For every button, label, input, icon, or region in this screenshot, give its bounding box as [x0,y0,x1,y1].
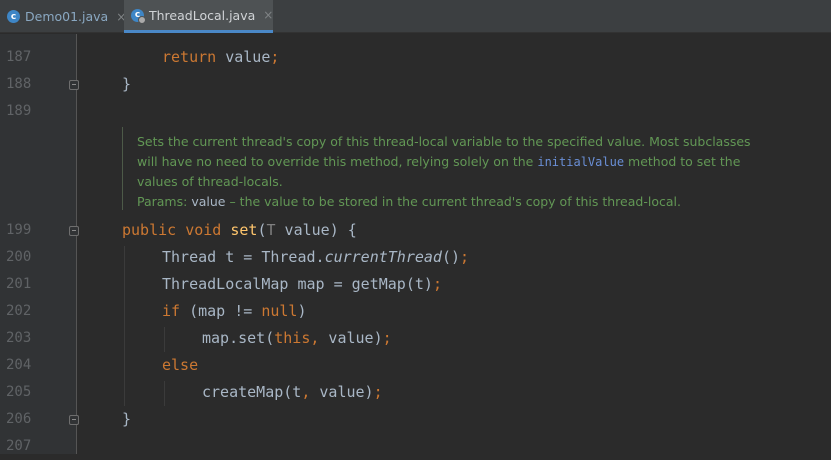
line-number: 205 [6,384,32,400]
tab-demo01-java[interactable]: c Demo01.java × [0,0,126,33]
line-number: 189 [6,103,32,119]
code-line-199: public void set(T value) { [122,221,357,239]
code-line-205: createMap(t, value); [202,383,383,401]
indent-guide [164,327,165,352]
rendered-javadoc: Sets the current thread's copy of this t… [122,127,812,210]
code-line-201: ThreadLocalMap map = getMap(t); [162,275,442,293]
line-number: 200 [6,249,32,265]
doc-params: Params: value – the value to be stored i… [137,194,681,209]
code-line-202: if (map != null) [162,302,307,320]
java-class-locked-icon: c [131,8,146,24]
doc-code-reference[interactable]: initialValue [537,155,624,169]
close-icon[interactable]: × [263,8,273,22]
line-number: 204 [6,357,32,373]
line-number: 199 [6,222,32,238]
line-number: 187 [6,49,32,65]
code-line-204: else [162,356,199,374]
code-line-200: Thread t = Thread.currentThread(); [162,248,470,266]
line-number: 206 [6,411,32,427]
indent-guide [164,381,165,406]
line-number: 202 [6,303,32,319]
tab-label: Demo01.java [25,9,109,24]
line-number: 203 [6,330,32,346]
code-line-188: } [122,75,132,93]
indent-guide [124,246,125,406]
doc-description: Sets the current thread's copy of this t… [137,134,751,189]
java-class-icon: c [7,10,20,23]
code-line-203: map.set(this, value); [202,329,392,347]
editor-tab-bar: c Demo01.java × c ThreadLocal.java × [0,0,831,33]
gutter-separator [76,34,77,454]
tab-threadlocal-java[interactable]: c ThreadLocal.java × [124,0,273,33]
code-line-187: return value; [162,48,280,66]
tab-label: ThreadLocal.java [149,7,256,23]
line-number: 207 [6,438,32,454]
line-number: 188 [6,76,32,92]
fold-marker-icon[interactable] [69,226,79,236]
fold-marker-icon[interactable] [69,80,79,90]
fold-marker-icon[interactable] [69,415,79,425]
code-line-206: } [122,410,132,428]
line-number: 201 [6,276,32,292]
